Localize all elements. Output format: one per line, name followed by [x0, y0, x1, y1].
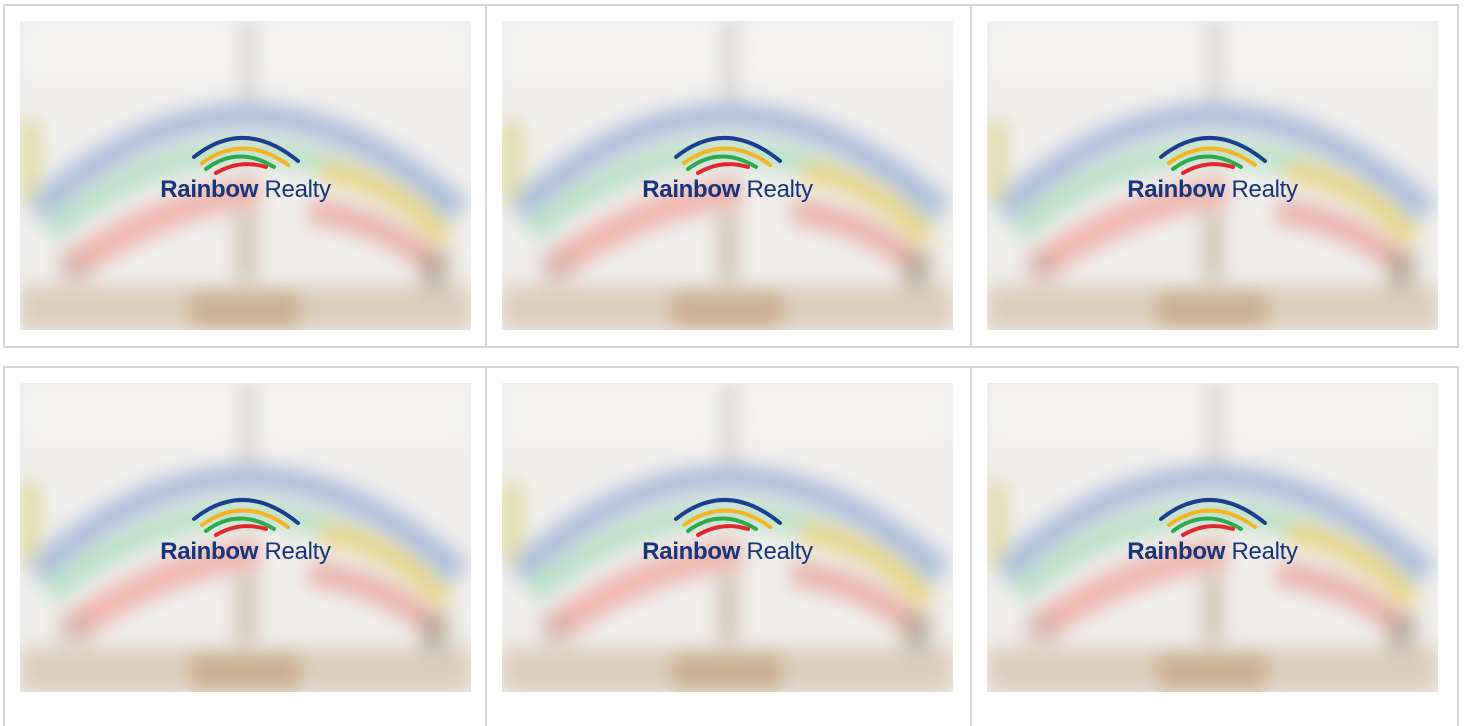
brand-name-light: Realty: [264, 176, 332, 203]
brand-name-light: Realty: [746, 176, 814, 203]
brand-name: Rainbow Realty: [987, 539, 1438, 565]
listing-grid: Rainbow Realty Rainbow Realty Rainbow Re…: [3, 4, 1459, 726]
listing-card[interactable]: Rainbow Realty: [487, 368, 972, 726]
listing-thumbnail[interactable]: Rainbow Realty: [20, 383, 471, 692]
rainbow-realty-logo: Rainbow Realty: [20, 491, 471, 565]
listing-card[interactable]: Rainbow Realty: [972, 368, 1459, 726]
brand-name-light: Realty: [264, 538, 332, 565]
brand-name: Rainbow Realty: [502, 177, 953, 203]
rainbow-arc-icon: [191, 136, 300, 175]
brand-name: Rainbow Realty: [987, 177, 1438, 203]
brand-name: Rainbow Realty: [502, 539, 953, 565]
listing-card[interactable]: Rainbow Realty: [487, 6, 972, 346]
rainbow-arc-icon: [673, 498, 782, 537]
rainbow-realty-logo: Rainbow Realty: [987, 491, 1438, 565]
listing-thumbnail[interactable]: Rainbow Realty: [20, 21, 471, 330]
listing-row: Rainbow Realty Rainbow Realty Rainbow Re…: [3, 366, 1459, 726]
brand-name: Rainbow Realty: [20, 539, 471, 565]
rainbow-realty-logo: Rainbow Realty: [20, 129, 471, 203]
listing-thumbnail[interactable]: Rainbow Realty: [502, 21, 953, 330]
rainbow-realty-logo: Rainbow Realty: [987, 129, 1438, 203]
brand-name-bold: Rainbow: [160, 176, 259, 203]
rainbow-realty-logo: Rainbow Realty: [502, 129, 953, 203]
listing-card[interactable]: Rainbow Realty: [3, 6, 487, 346]
rainbow-arc-icon: [1158, 498, 1267, 537]
listing-card[interactable]: Rainbow Realty: [3, 368, 487, 726]
listing-row: Rainbow Realty Rainbow Realty Rainbow Re…: [3, 4, 1459, 348]
brand-name-bold: Rainbow: [1127, 538, 1226, 565]
rainbow-arc-icon: [191, 498, 300, 537]
rainbow-realty-logo: Rainbow Realty: [502, 491, 953, 565]
brand-name-bold: Rainbow: [642, 176, 741, 203]
listing-card[interactable]: Rainbow Realty: [972, 6, 1459, 346]
rainbow-arc-icon: [673, 136, 782, 175]
brand-name-light: Realty: [746, 538, 814, 565]
listing-thumbnail[interactable]: Rainbow Realty: [987, 21, 1438, 330]
brand-name-light: Realty: [1231, 538, 1299, 565]
brand-name-bold: Rainbow: [160, 538, 259, 565]
brand-name-bold: Rainbow: [642, 538, 741, 565]
brand-name-bold: Rainbow: [1127, 176, 1226, 203]
brand-name: Rainbow Realty: [20, 177, 471, 203]
brand-name-light: Realty: [1231, 176, 1299, 203]
rainbow-arc-icon: [1158, 136, 1267, 175]
listing-thumbnail[interactable]: Rainbow Realty: [502, 383, 953, 692]
listing-thumbnail[interactable]: Rainbow Realty: [987, 383, 1438, 692]
